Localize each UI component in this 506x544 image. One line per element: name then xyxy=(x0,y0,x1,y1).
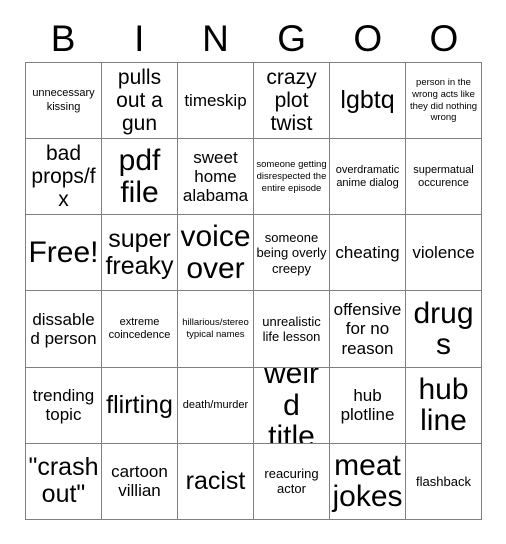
bingo-cell-label: flashback xyxy=(416,473,471,489)
bingo-cell[interactable]: flashback xyxy=(406,443,482,520)
bingo-cell-label: supermatual occurence xyxy=(413,163,474,189)
bingo-cell-label: pdf file xyxy=(118,144,161,209)
bingo-cell[interactable]: someone being overly creepy xyxy=(254,215,330,292)
bingo-card: B I N G O O unnecessary kissing pulls out a gu… xyxy=(0,0,506,544)
bingo-cell[interactable]: super freaky xyxy=(102,215,178,292)
bingo-cell-label: crazy plot twist xyxy=(266,65,317,136)
bingo-cell-label: drugs xyxy=(413,296,474,362)
bingo-cell-label: trending topic xyxy=(32,385,95,425)
bingo-cell[interactable]: person in the wrong acts like they did n… xyxy=(406,63,482,140)
bingo-cell[interactable]: cartoon villian xyxy=(102,443,178,520)
bingo-cell-label: violence xyxy=(412,243,475,263)
bingo-cell[interactable]: offensive for no reason xyxy=(330,291,406,368)
bingo-cell-label: hillarious/stereo typical names xyxy=(182,317,249,341)
bingo-header-letter-5: O xyxy=(429,17,459,59)
bingo-cell-label: weird title xyxy=(263,367,319,444)
bingo-cell[interactable]: bad props/fx xyxy=(26,139,102,216)
bingo-cell[interactable]: "crash out" xyxy=(26,443,102,520)
bingo-cell[interactable]: crazy plot twist xyxy=(254,63,330,140)
bingo-cell[interactable]: pulls out a gun xyxy=(102,63,178,140)
bingo-cell-label: offensive for no reason xyxy=(333,300,402,358)
bingo-cell-label: flirting xyxy=(106,390,173,419)
bingo-cell-label: sweet home alabama xyxy=(182,147,249,206)
bingo-cell[interactable]: lgbtq xyxy=(330,63,406,140)
bingo-header: BINGOO xyxy=(25,14,482,62)
bingo-cell[interactable]: pdf file xyxy=(102,139,178,216)
bingo-cell-label: extreme coincedence xyxy=(108,315,171,342)
bingo-cell[interactable]: unrealistic life lesson xyxy=(254,291,330,368)
bingo-cell-label: unnecessary kissing xyxy=(32,87,95,113)
bingo-cell[interactable]: trending topic xyxy=(26,367,102,444)
bingo-cell[interactable]: overdramatic anime dialog xyxy=(330,139,406,216)
bingo-cell-label: reacuring actor xyxy=(264,466,319,497)
bingo-cell-label: cartoon villian xyxy=(111,462,168,501)
bingo-cell-label: racist xyxy=(185,466,246,495)
bingo-cell[interactable]: meat jokes xyxy=(330,443,406,520)
bingo-cell-label: timeskip xyxy=(184,90,247,110)
bingo-cell[interactable]: timeskip xyxy=(178,63,254,140)
bingo-cell[interactable]: cheating xyxy=(330,215,406,292)
bingo-cell[interactable]: hillarious/stereo typical names xyxy=(178,291,254,368)
bingo-cell-label: unrealistic life lesson xyxy=(262,313,321,345)
bingo-cell[interactable]: extreme coincedence xyxy=(102,291,178,368)
bingo-cell[interactable]: someone getting disrespected the entire … xyxy=(254,139,330,216)
bingo-header-letter-1: I xyxy=(134,17,145,59)
bingo-cell-label: meat jokes xyxy=(332,448,403,514)
bingo-cell-label: cheating xyxy=(335,243,400,263)
bingo-cell[interactable]: reacuring actor xyxy=(254,443,330,520)
bingo-grid: unnecessary kissing pulls out a gun timesk… xyxy=(25,62,482,520)
bingo-cell-label: death/murder xyxy=(182,398,249,411)
bingo-cell-label: overdramatic anime dialog xyxy=(335,163,400,189)
bingo-cell[interactable]: death/murder xyxy=(178,367,254,444)
bingo-header-letter-4: O xyxy=(353,17,383,59)
bingo-cell-label: Free! xyxy=(28,236,99,270)
bingo-cell-label: someone being overly creepy xyxy=(256,229,327,276)
bingo-cell[interactable]: unnecessary kissing xyxy=(26,63,102,140)
bingo-cell[interactable]: supermatual occurence xyxy=(406,139,482,216)
bingo-header-letter-2: N xyxy=(202,17,229,59)
bingo-header-letter-3: G xyxy=(277,17,306,59)
bingo-cell[interactable]: racist xyxy=(178,443,254,520)
bingo-cell-label: super freaky xyxy=(105,224,174,280)
bingo-cell-label: person in the wrong acts like they did n… xyxy=(409,77,478,124)
bingo-cell-label: dissabled person xyxy=(30,309,97,349)
bingo-cell[interactable]: hub plotline xyxy=(330,367,406,444)
bingo-cell-label: someone getting disrespected the entire … xyxy=(256,159,327,194)
bingo-cell-label: hub plotline xyxy=(340,385,395,425)
bingo-cell[interactable]: dissabled person xyxy=(26,291,102,368)
bingo-cell[interactable]: sweet home alabama xyxy=(178,139,254,216)
bingo-cell-label: voice over xyxy=(180,220,251,285)
bingo-cell[interactable]: violence xyxy=(406,215,482,292)
bingo-cell-label: "crash out" xyxy=(28,453,99,509)
bingo-cell[interactable]: flirting xyxy=(102,367,178,444)
bingo-cell[interactable]: Free! xyxy=(26,215,102,292)
bingo-cell[interactable]: voice over xyxy=(178,215,254,292)
bingo-cell-label: pulls out a gun xyxy=(116,65,163,136)
bingo-cell-label: hub line xyxy=(418,372,469,438)
bingo-header-letter-0: B xyxy=(50,17,76,59)
bingo-cell[interactable]: hub line xyxy=(406,367,482,444)
bingo-cell-label: lgbtq xyxy=(340,86,395,115)
bingo-cell-label: bad props/fx xyxy=(31,142,96,212)
bingo-cell[interactable]: drugs xyxy=(406,291,482,368)
bingo-cell[interactable]: weird title xyxy=(254,367,330,444)
